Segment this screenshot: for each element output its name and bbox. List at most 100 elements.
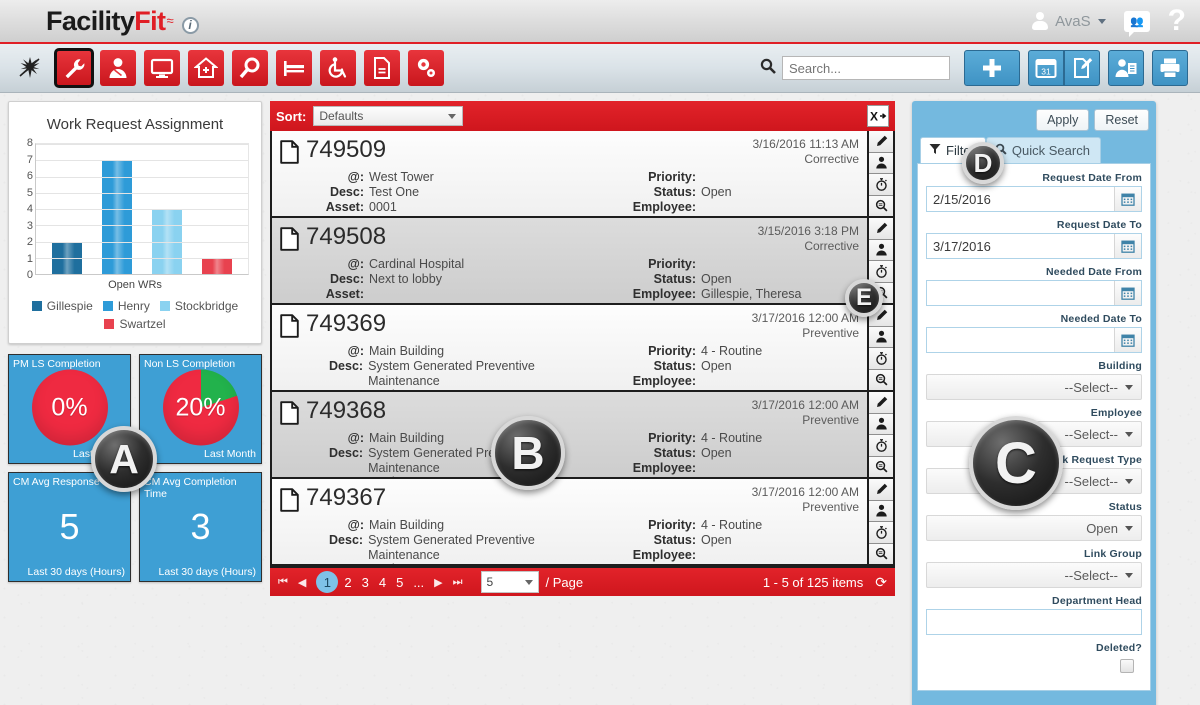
filter-select[interactable]: Open — [926, 515, 1142, 541]
kpi-tile[interactable]: CM Avg Completion Time 3 Last 30 days (Hou… — [139, 472, 262, 582]
edit-icon[interactable] — [869, 479, 893, 501]
field-value: Cardinal Hospital — [369, 257, 465, 272]
filter-action-buttons: Apply Reset — [917, 106, 1151, 137]
stopwatch-icon[interactable] — [869, 261, 893, 283]
work-request-meta: 3/17/2016 12:00 AM Preventive — [752, 398, 859, 428]
assign-person-icon[interactable] — [869, 413, 893, 435]
bed-icon[interactable] — [276, 50, 312, 86]
edit-document-icon[interactable] — [1064, 50, 1100, 86]
field-label: @: — [347, 170, 364, 185]
item-count-label: 1 - 5 of 125 items — [762, 574, 864, 590]
field-employee: Employee: — [606, 548, 867, 563]
assign-person-icon[interactable] — [869, 326, 893, 348]
filter-field-value: --Select-- — [1064, 426, 1118, 442]
deleted-checkbox[interactable] — [1120, 659, 1134, 673]
assign-person-icon[interactable] — [869, 500, 893, 522]
kpi-pie-chart: 20% — [162, 369, 239, 446]
pager-next[interactable]: ▶ — [434, 576, 442, 589]
user-menu[interactable]: AvaS — [1032, 12, 1106, 30]
edit-icon[interactable] — [869, 218, 893, 240]
document-icon[interactable] — [364, 50, 400, 86]
apply-button[interactable]: Apply — [1036, 109, 1090, 131]
reset-button[interactable]: Reset — [1094, 109, 1149, 131]
filter-date-input[interactable] — [926, 280, 1142, 306]
field-label: Priority: — [648, 257, 696, 272]
work-request-row[interactable]: 749367 3/17/2016 12:00 AM Preventive @: Main… — [272, 479, 893, 566]
view-magnifier-icon[interactable] — [869, 195, 893, 216]
edit-icon[interactable] — [869, 392, 893, 414]
work-request-row[interactable]: 749509 3/16/2016 11:13 AM Corrective @: West… — [272, 131, 893, 218]
field-value: Test One — [369, 184, 420, 199]
view-magnifier-icon[interactable] — [869, 543, 893, 564]
toolbar-search[interactable] — [760, 56, 950, 80]
work-request-body: 749367 3/17/2016 12:00 AM Preventive @: Main… — [306, 479, 867, 564]
print-icon[interactable] — [1152, 50, 1188, 86]
view-magnifier-icon[interactable] — [869, 456, 893, 477]
pager-prev[interactable]: ◀ — [298, 576, 306, 589]
filter-date-input[interactable] — [926, 327, 1142, 353]
field-employee: Employee: — [606, 374, 867, 389]
work-request-row[interactable]: 749368 3/17/2016 12:00 AM Preventive @: Main… — [272, 392, 893, 479]
info-icon[interactable]: i — [181, 16, 199, 34]
home-plus-icon[interactable] — [188, 50, 224, 86]
monitor-icon[interactable] — [144, 50, 180, 86]
calendar-picker-icon[interactable] — [1114, 187, 1141, 211]
filter-field-label: Needed Date From — [1046, 266, 1142, 278]
chat-group-icon[interactable]: 👥 — [1123, 10, 1150, 37]
filter-date-input[interactable]: 2/15/2016 — [926, 186, 1142, 212]
pager-page-5[interactable]: 5 — [396, 575, 403, 590]
assign-person-icon[interactable] — [869, 239, 893, 261]
quick-launch-icon[interactable] — [12, 50, 48, 86]
pager-first[interactable]: ⏮ — [278, 576, 288, 589]
calendar-icon[interactable]: 31 — [1028, 50, 1064, 86]
refresh-icon[interactable]: ⟳ — [875, 574, 887, 591]
magnifier-icon[interactable] — [232, 50, 268, 86]
page-size-select[interactable]: 5 — [480, 571, 539, 593]
pager-page-2[interactable]: 2 — [344, 575, 351, 590]
stopwatch-icon[interactable] — [869, 348, 893, 370]
field-label: Employee: — [632, 547, 696, 562]
kpi-tile[interactable]: Non LS Completion 20% Last Month — [139, 354, 262, 464]
chart-y-tick: 7 — [26, 153, 33, 166]
work-request-row[interactable]: 749508 3/15/2016 3:18 PM Corrective @: Cardi… — [272, 218, 893, 305]
excel-export-icon[interactable]: X — [867, 105, 889, 127]
filter-select[interactable]: --Select-- — [926, 374, 1142, 400]
field-status: Status: Open — [606, 185, 867, 200]
calendar-picker-icon[interactable] — [1114, 234, 1141, 258]
pager-page-3[interactable]: 3 — [362, 575, 369, 590]
search-input[interactable] — [782, 56, 950, 80]
calendar-picker-icon[interactable] — [1114, 328, 1141, 352]
pager-last[interactable]: ⏭ — [453, 576, 463, 589]
filter-text-input[interactable] — [926, 609, 1142, 635]
logo-swoosh-icon: ≈ — [166, 12, 174, 28]
chart-gridline — [36, 225, 248, 227]
pager-page-4[interactable]: 4 — [379, 575, 386, 590]
kpi-footer: Last 30 days (Hours) — [27, 566, 125, 578]
field-label: Employee: — [632, 373, 696, 388]
filter-date-input[interactable]: 3/17/2016 — [926, 233, 1142, 259]
stopwatch-icon[interactable] — [869, 435, 893, 457]
filter-field-value: --Select-- — [1064, 379, 1118, 395]
wrench-icon[interactable] — [54, 48, 94, 88]
add-button[interactable] — [964, 50, 1020, 86]
document-icon — [272, 131, 306, 216]
view-magnifier-icon[interactable] — [869, 369, 893, 390]
wheelchair-icon[interactable] — [320, 50, 356, 86]
assign-person-icon[interactable] — [869, 152, 893, 174]
edit-icon[interactable] — [869, 131, 893, 153]
avatar — [1032, 12, 1049, 30]
sort-select[interactable]: Defaults — [313, 106, 464, 126]
gears-icon[interactable] — [408, 50, 444, 86]
filter-select[interactable]: --Select-- — [926, 562, 1142, 588]
work-request-row[interactable]: 749369 3/17/2016 12:00 AM Preventive @: Main… — [272, 305, 893, 392]
stopwatch-icon[interactable] — [869, 174, 893, 196]
app-logo[interactable]: Facility Fit ≈ i — [46, 6, 199, 37]
help-icon[interactable]: ? — [1168, 6, 1186, 36]
stopwatch-icon[interactable] — [869, 522, 893, 544]
field-asset: Asset: Ford Van — [306, 562, 606, 564]
assign-user-icon[interactable] — [1108, 50, 1144, 86]
calendar-picker-icon[interactable] — [1114, 281, 1141, 305]
pager-page-1[interactable]: 1 — [316, 571, 339, 593]
technician-icon[interactable] — [100, 50, 136, 86]
chevron-down-icon — [1125, 384, 1133, 390]
